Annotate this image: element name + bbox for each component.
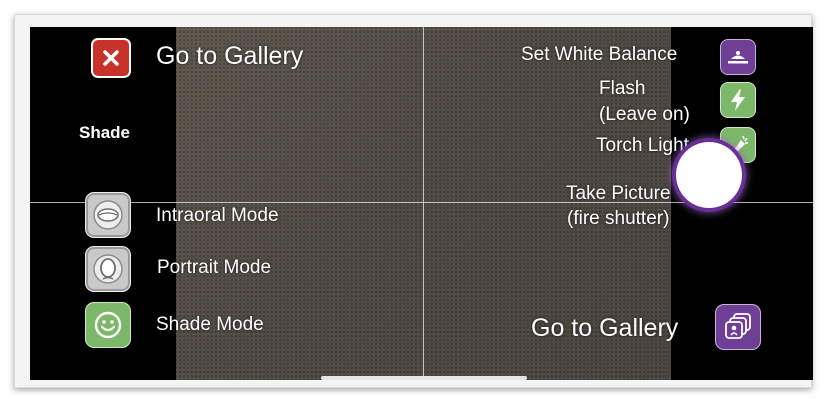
shutter-label-line1: Take Picture — [566, 183, 671, 204]
home-indicator — [321, 376, 527, 380]
close-button[interactable] — [91, 38, 131, 78]
white-balance-button[interactable] — [720, 39, 756, 75]
shade-label: Shade — [79, 123, 131, 142]
flash-label-line1: Flash — [599, 78, 646, 99]
portrait-mode-label: Portrait Mode — [157, 257, 272, 278]
lightning-bolt-icon — [731, 89, 745, 111]
torch-label: Torch Light — [596, 135, 689, 156]
shade-mode-label: Shade Mode — [156, 314, 264, 335]
smiley-face-icon — [94, 311, 122, 339]
intraoral-mode-button[interactable] — [85, 192, 131, 238]
mouth-icon — [93, 200, 123, 230]
white-balance-icon — [728, 51, 748, 64]
shade-mode-button[interactable] — [85, 302, 131, 348]
portrait-mode-button[interactable] — [85, 246, 131, 292]
shutter-button[interactable] — [676, 142, 742, 208]
white-balance-label: Set White Balance — [521, 44, 678, 65]
shutter-label-line2: (fire shutter) — [567, 208, 670, 229]
flash-button[interactable] — [720, 82, 756, 118]
close-x-icon — [103, 50, 119, 66]
gallery-stack-icon — [725, 313, 751, 339]
gallery-button[interactable] — [715, 304, 761, 350]
flash-label-line2: (Leave on) — [599, 104, 690, 125]
gallery-label: Go to Gallery — [531, 314, 679, 342]
close-label: Go to Gallery — [156, 42, 304, 70]
intraoral-mode-label: Intraoral Mode — [156, 205, 279, 226]
face-outline-icon — [93, 254, 123, 284]
grid-line-vertical — [423, 27, 424, 380]
